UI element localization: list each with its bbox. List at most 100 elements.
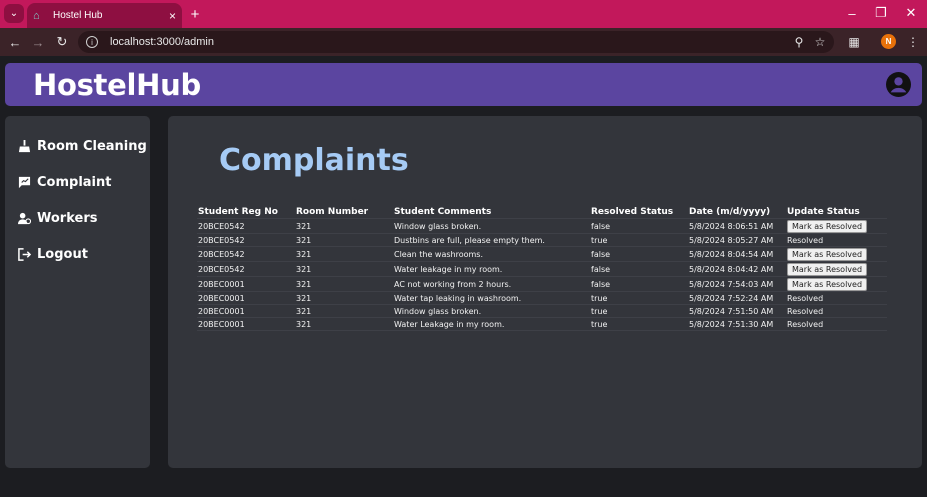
cell-reg-no: 20BEC0001: [198, 293, 245, 303]
mark-as-resolved-button[interactable]: Mark as Resolved: [787, 262, 868, 276]
update-cell: Mark as Resolved: [787, 262, 868, 276]
sidebar-item-room-cleaning[interactable]: Room Cleaning: [18, 136, 147, 156]
sidebar: Room Cleaning Complaint Workers Logout: [5, 116, 150, 468]
cell-date: 5/8/2024 8:04:54 AM: [689, 249, 774, 259]
resolved-label: Resolved: [787, 235, 824, 245]
cell-resolved-status: false: [591, 221, 611, 231]
cell-comment: Water Leakage in my room.: [394, 319, 505, 329]
resolved-label: Resolved: [787, 306, 824, 316]
mark-as-resolved-button[interactable]: Mark as Resolved: [787, 277, 868, 291]
column-header-update-status: Update Status: [787, 206, 860, 217]
cell-comment: Window glass broken.: [394, 221, 482, 231]
cell-reg-no: 20BEC0001: [198, 319, 245, 329]
table-row: 20BEC0001 321 Water tap leaking in washroo…: [197, 292, 887, 305]
table-body: 20BCE0542 321 Window glass broken. false 5/8…: [197, 219, 887, 331]
reload-icon[interactable]: ↻: [53, 33, 71, 51]
complaints-table: Student Reg No Room Number Student Comme…: [197, 205, 887, 331]
profile-avatar[interactable]: N: [881, 34, 896, 49]
cell-resolved-status: false: [591, 264, 611, 274]
broom-icon: [18, 139, 31, 153]
tab-search-button[interactable]: ⌄: [4, 4, 24, 23]
column-header-reg-no: Student Reg No: [198, 206, 278, 217]
cell-resolved-status: true: [591, 319, 608, 329]
cell-comment: AC not working from 2 hours.: [394, 279, 512, 289]
column-header-resolved-status: Resolved Status: [591, 206, 674, 217]
back-icon[interactable]: ←: [6, 33, 24, 51]
table-row: 20BCE0542 321 Clean the washrooms. false 5/8…: [197, 247, 887, 262]
logout-icon: [18, 247, 31, 261]
cell-comment: Dustbins are full, please empty them.: [394, 235, 545, 245]
table-row: 20BEC0001 321 AC not working from 2 hours.…: [197, 277, 887, 292]
cell-date: 5/8/2024 7:54:03 AM: [689, 279, 774, 289]
cell-room-number: 321: [296, 306, 312, 316]
browser-tabstrip: ⌄ ⌂ Hostel Hub × + – ❐ ✕: [0, 0, 927, 28]
cell-reg-no: 20BCE0542: [198, 264, 245, 274]
close-tab-icon[interactable]: ×: [169, 9, 176, 23]
update-cell: Mark as Resolved: [787, 219, 868, 233]
sidebar-item-workers[interactable]: Workers: [18, 208, 97, 228]
close-window-icon[interactable]: ✕: [899, 4, 923, 22]
update-cell: Mark as Resolved: [787, 277, 868, 291]
table-row: 20BEC0001 321 Water Leakage in my room. tru…: [197, 318, 887, 331]
sidebar-item-logout[interactable]: Logout: [18, 244, 88, 264]
forward-icon[interactable]: →: [29, 33, 47, 51]
mark-as-resolved-button[interactable]: Mark as Resolved: [787, 247, 868, 261]
cell-resolved-status: false: [591, 249, 611, 259]
extensions-icon[interactable]: ▦: [845, 33, 863, 51]
sidebar-item-label: Workers: [37, 210, 98, 226]
cell-room-number: 321: [296, 235, 312, 245]
bookmark-star-icon[interactable]: ☆: [812, 34, 828, 50]
cell-resolved-status: true: [591, 235, 608, 245]
workers-icon: [18, 212, 31, 225]
app-header: HostelHub: [5, 63, 922, 106]
cell-room-number: 321: [296, 264, 312, 274]
sidebar-item-label: Logout: [37, 246, 88, 262]
cell-resolved-status: true: [591, 306, 608, 316]
sidebar-item-complaint[interactable]: Complaint: [18, 172, 111, 192]
browser-toolbar: ← → ↻ i localhost:3000/admin ⚲ ☆ ▦ N ⋮: [0, 28, 927, 56]
resolved-label: Resolved: [787, 293, 824, 303]
page-title: Complaints: [219, 143, 409, 178]
cell-room-number: 321: [296, 279, 312, 289]
table-row: 20BEC0001 321 Window glass broken. true 5/8/…: [197, 305, 887, 318]
cell-date: 5/8/2024 8:04:42 AM: [689, 264, 774, 274]
update-cell: Mark as Resolved: [787, 247, 868, 261]
resolved-label: Resolved: [787, 319, 824, 329]
restore-icon[interactable]: ❐: [869, 4, 893, 22]
cell-resolved-status: false: [591, 279, 611, 289]
cell-reg-no: 20BCE0542: [198, 249, 245, 259]
table-row: 20BCE0542 321 Window glass broken. false 5/8…: [197, 219, 887, 234]
user-account-icon[interactable]: [886, 72, 911, 97]
cell-comment: Water tap leaking in washroom.: [394, 293, 522, 303]
table-row: 20BCE0542 321 Dustbins are full, please em…: [197, 234, 887, 247]
cell-resolved-status: true: [591, 293, 608, 303]
cell-room-number: 321: [296, 249, 312, 259]
tab-title: Hostel Hub: [53, 10, 103, 21]
cell-reg-no: 20BEC0001: [198, 306, 245, 316]
zoom-icon[interactable]: ⚲: [791, 34, 807, 50]
address-url[interactable]: localhost:3000/admin: [110, 36, 214, 48]
browser-menu-icon[interactable]: ⋮: [904, 33, 922, 51]
address-bar[interactable]: i localhost:3000/admin ⚲ ☆: [78, 31, 834, 53]
new-tab-button[interactable]: +: [186, 5, 204, 23]
sidebar-item-label: Complaint: [37, 174, 112, 190]
cell-room-number: 321: [296, 293, 312, 303]
column-header-room-number: Room Number: [296, 206, 369, 217]
minimize-icon[interactable]: –: [840, 4, 864, 22]
cell-comment: Clean the washrooms.: [394, 249, 484, 259]
cell-date: 5/8/2024 7:52:24 AM: [689, 293, 774, 303]
site-info-icon[interactable]: i: [86, 36, 98, 48]
cell-date: 5/8/2024 7:51:30 AM: [689, 319, 774, 329]
message-icon: [18, 176, 31, 189]
hostel-favicon-icon: ⌂: [33, 9, 40, 22]
chevron-down-icon: ⌄: [9, 8, 19, 19]
table-row: 20BCE0542 321 Water leakage in my room. fal…: [197, 262, 887, 277]
mark-as-resolved-button[interactable]: Mark as Resolved: [787, 219, 868, 233]
cell-date: 5/8/2024 8:06:51 AM: [689, 221, 774, 231]
cell-comment: Water leakage in my room.: [394, 264, 503, 274]
browser-tab[interactable]: ⌂ Hostel Hub ×: [27, 3, 182, 28]
cell-date: 5/8/2024 7:51:50 AM: [689, 306, 774, 316]
main-panel: Complaints Student Reg No Room Number St…: [168, 116, 922, 468]
cell-reg-no: 20BCE0542: [198, 221, 245, 231]
brand-logo[interactable]: HostelHub: [33, 68, 201, 102]
